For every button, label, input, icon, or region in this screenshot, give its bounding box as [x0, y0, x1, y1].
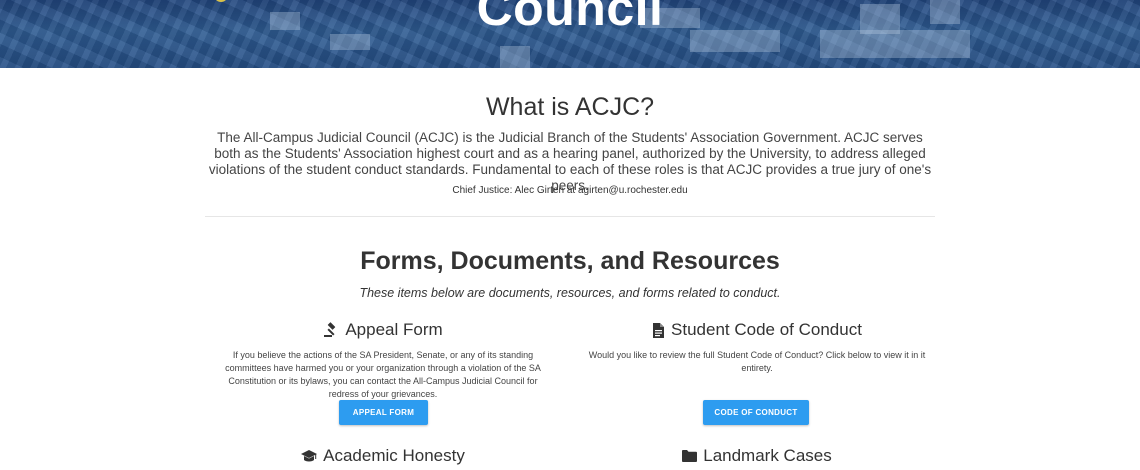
document-icon — [652, 322, 665, 338]
appeal-form-title: Appeal Form — [213, 319, 553, 341]
hero-banner: Council — [0, 0, 1140, 68]
resources-heading: Forms, Documents, and Resources — [360, 247, 780, 275]
graduation-cap-icon — [301, 449, 318, 463]
appeal-form-description: If you believe the actions of the SA Pre… — [225, 350, 541, 399]
code-of-conduct-title-text: Student Code of Conduct — [671, 320, 862, 339]
code-of-conduct-button[interactable]: CODE OF CONDUCT — [703, 400, 809, 425]
resources-subheading: These items below are documents, resourc… — [359, 286, 781, 300]
academic-honesty-title: Academic Honesty — [213, 445, 553, 467]
code-of-conduct-description: Would you like to review the full Studen… — [588, 350, 926, 373]
hero-title: Council — [476, 0, 664, 36]
landmark-cases-title-text: Landmark Cases — [703, 446, 832, 465]
academic-honesty-title-text: Academic Honesty — [323, 446, 465, 465]
code-of-conduct-title: Student Code of Conduct — [587, 319, 927, 341]
hero-building — [500, 46, 530, 68]
section-divider — [205, 216, 935, 217]
about-heading: What is ACJC? — [485, 93, 655, 121]
appeal-form-title-text: Appeal Form — [345, 320, 443, 339]
chief-justice-contact: Chief Justice: Alec Girten at agirten@u.… — [452, 185, 688, 196]
gavel-icon — [323, 322, 339, 338]
landmark-cases-title: Landmark Cases — [587, 445, 927, 467]
appeal-form-button[interactable]: APPEAL FORM — [339, 400, 428, 425]
folder-icon — [682, 450, 698, 462]
